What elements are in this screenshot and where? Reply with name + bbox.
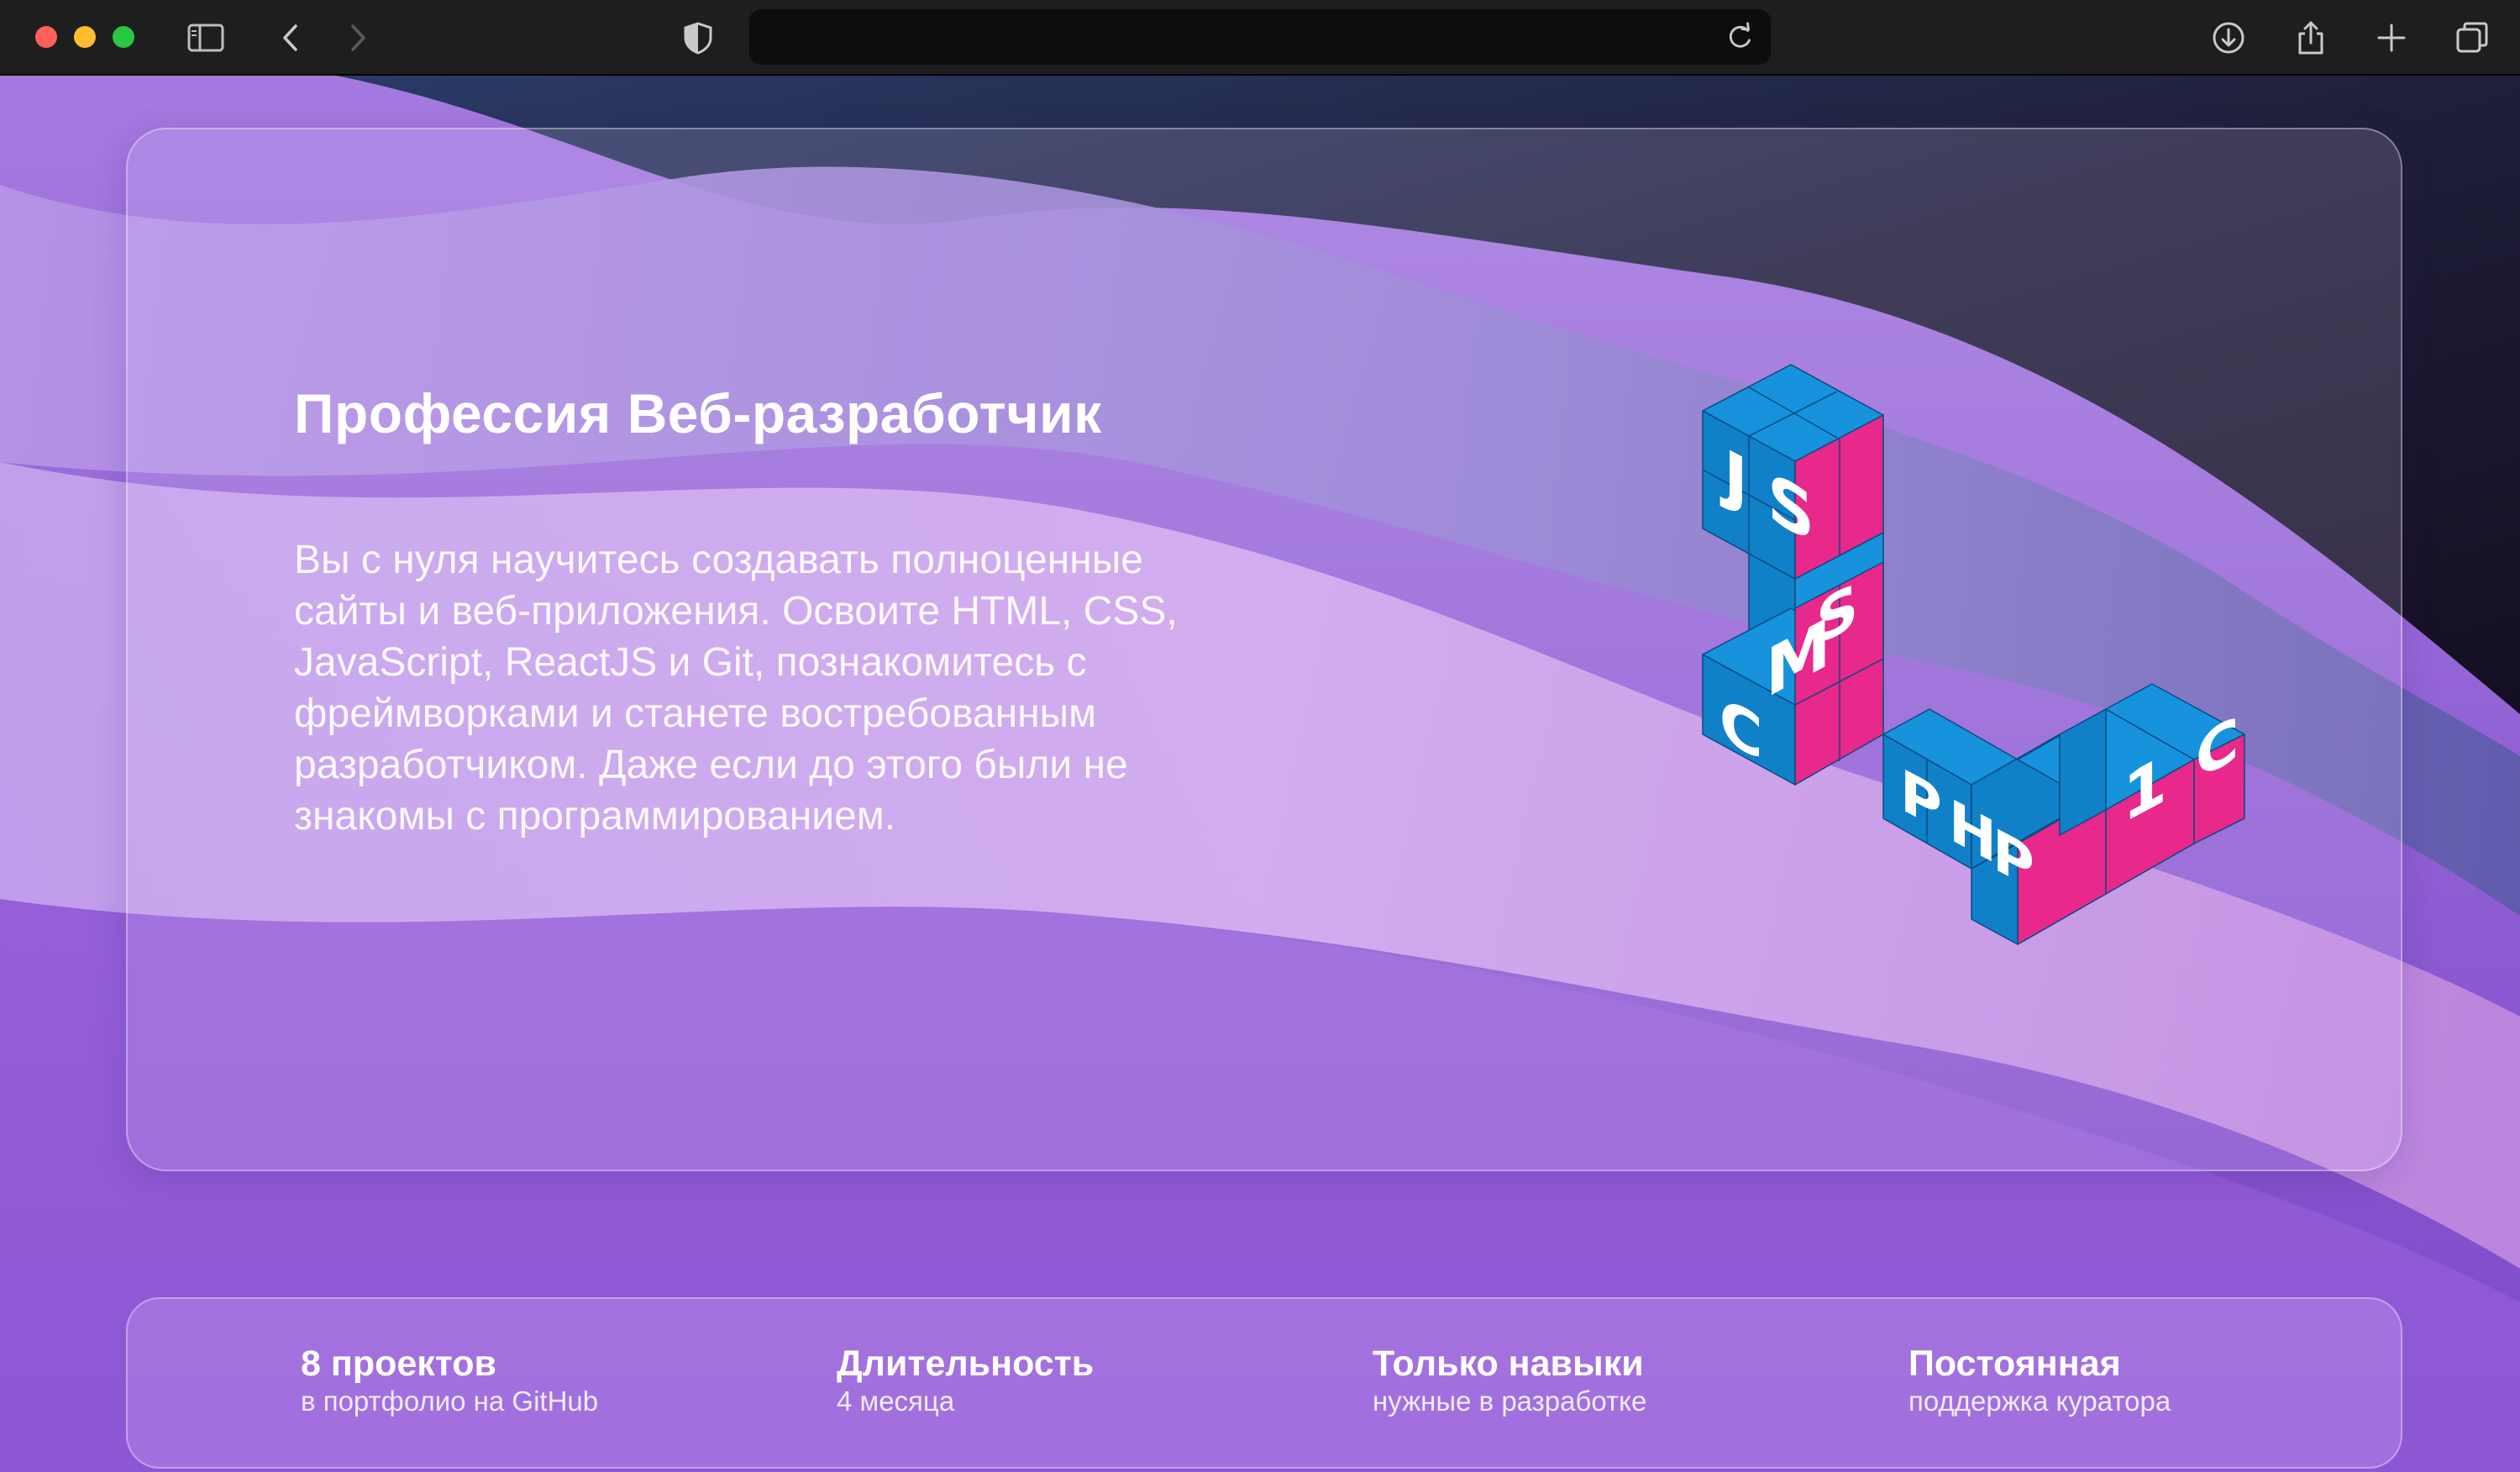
zoom-window-button[interactable]: [113, 26, 134, 48]
stats-card: 8 проектов в портфолио на GitHub Длитель…: [126, 1297, 2402, 1469]
stat-subtitle: в портфолио на GitHub: [301, 1385, 599, 1417]
reload-icon[interactable]: [1722, 19, 1757, 55]
share-icon[interactable]: [2292, 18, 2330, 57]
stat-subtitle: поддержка куратора: [1908, 1385, 2171, 1417]
stat-title: 8 проектов: [301, 1343, 496, 1384]
cube-letter-j: J: [1719, 432, 1748, 523]
stat-projects: 8 проектов в портфолио на GitHub: [301, 1343, 822, 1418]
download-icon[interactable]: [2209, 18, 2248, 57]
sidebar-icon[interactable]: [186, 18, 225, 57]
stat-title: Постоянная: [1908, 1343, 2121, 1384]
back-icon[interactable]: [272, 18, 311, 57]
stat-duration: Длительность 4 месяца: [837, 1343, 1357, 1418]
stat-subtitle: нужные в разработке: [1373, 1385, 1647, 1417]
page-title: Профессия Веб-разработчик: [294, 382, 1102, 444]
address-bar[interactable]: [749, 9, 1771, 65]
shield-icon[interactable]: [679, 18, 717, 57]
new-tab-icon[interactable]: [2372, 18, 2411, 57]
stat-skills: Только навыки нужные в разработке: [1373, 1343, 1893, 1418]
tab-overview-icon[interactable]: [2453, 18, 2491, 57]
hero-card: Профессия Веб-разработчик Вы с нуля науч…: [126, 128, 2402, 1171]
page-content: Профессия Веб-разработчик Вы с нуля науч…: [0, 76, 2520, 1472]
hero-description: Вы с нуля научитесь создавать полноценны…: [294, 538, 1178, 839]
stat-support: Постоянная поддержка куратора: [1908, 1343, 2429, 1418]
browser-toolbar: [0, 0, 2520, 76]
stat-title: Только навыки: [1373, 1343, 1644, 1384]
stat-title: Длительность: [837, 1343, 1095, 1384]
forward-icon[interactable]: [338, 18, 376, 57]
tech-cubes-illustration: J S C M S P H P 1 C: [1702, 364, 2245, 945]
stat-subtitle: 4 месяца: [837, 1385, 955, 1417]
close-window-button[interactable]: [35, 26, 57, 48]
minimize-window-button[interactable]: [74, 26, 96, 48]
